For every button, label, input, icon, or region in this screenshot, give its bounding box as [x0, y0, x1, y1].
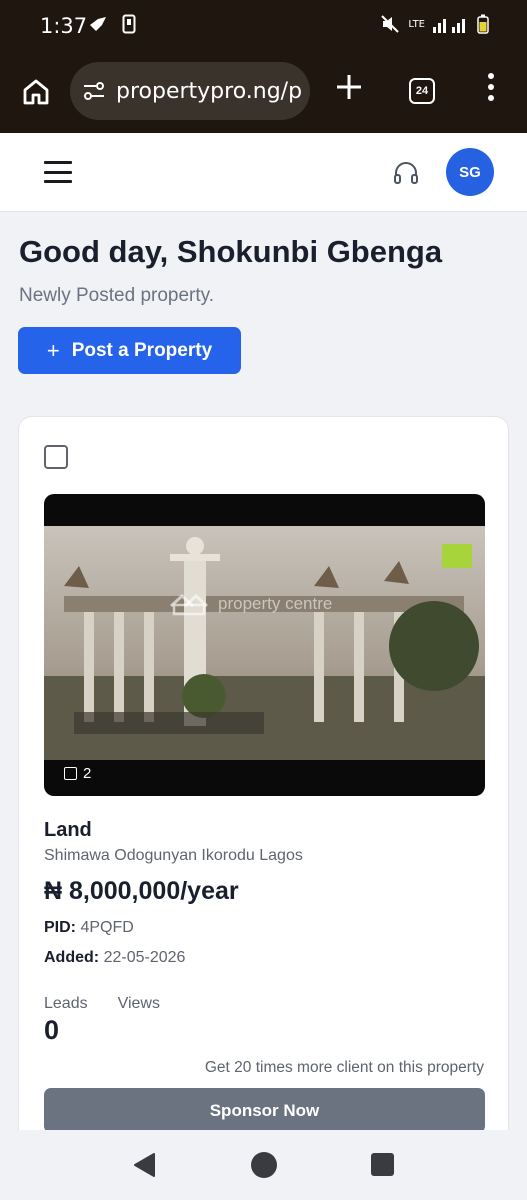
recents-icon[interactable] [371, 1153, 394, 1176]
stats-labels: Leads Views [44, 995, 160, 1013]
mute-icon [381, 15, 400, 33]
views-label: Views [117, 995, 160, 1012]
photo-count-value: 2 [83, 765, 92, 782]
home-icon[interactable] [20, 76, 52, 108]
network-type: LTE [408, 18, 425, 30]
photo-count-icon [64, 767, 77, 780]
photo-count: 2 [64, 765, 91, 782]
added-value: 22-05-2026 [103, 949, 186, 966]
download-icon [122, 14, 136, 34]
pid-label: PID: [44, 919, 76, 936]
home-nav-icon[interactable] [251, 1152, 277, 1178]
watermark-text: property centre [218, 594, 333, 613]
page-subtitle: Newly Posted property. [19, 285, 215, 306]
estate-gate-image [44, 526, 485, 760]
site-settings-icon[interactable] [82, 81, 106, 101]
property-location: Shimawa Odogunyan Ikorodu Lagos [44, 847, 303, 864]
new-tab-icon[interactable] [334, 72, 364, 102]
avatar[interactable]: SG [446, 148, 494, 196]
sponsor-now-button[interactable]: Sponsor Now [44, 1088, 485, 1133]
status-bar: 1:37 LTE [0, 0, 527, 56]
property-type: Land [44, 819, 92, 841]
battery-icon [477, 14, 489, 34]
headset-icon[interactable] [392, 159, 420, 187]
url-text: propertypro.ng/p [116, 78, 303, 104]
page-title: Good day, Shokunbi Gbenga [19, 234, 443, 269]
added-label: Added: [44, 949, 100, 966]
status-time: 1:37 [40, 14, 88, 38]
leads-value: 0 [44, 1015, 60, 1045]
pid-row: PID: 4PQFD [44, 919, 134, 937]
app-header: SG [0, 133, 527, 212]
overflow-menu-icon[interactable] [484, 72, 498, 102]
watermark-logo-icon [169, 593, 209, 616]
pid-value: 4PQFD [80, 919, 134, 936]
browser-toolbar: propertypro.ng/p 24 [0, 56, 527, 133]
watermark: property centre [168, 592, 332, 616]
post-property-button[interactable]: + Post a Property [18, 327, 241, 374]
hamburger-menu-icon[interactable] [44, 161, 72, 183]
property-price: ₦ 8,000,000/year [44, 877, 239, 905]
promo-text: Get 20 times more client on this propert… [204, 1059, 484, 1076]
property-photo[interactable]: property centre 2 [44, 494, 485, 796]
back-icon[interactable] [132, 1152, 156, 1178]
avatar-initials: SG [459, 163, 481, 181]
address-bar[interactable]: propertypro.ng/p [70, 62, 310, 120]
added-row: Added: 22-05-2026 [44, 949, 185, 967]
leads-label: Leads [44, 995, 88, 1012]
tab-count: 24 [415, 85, 429, 97]
plus-icon: + [46, 337, 60, 363]
tab-switcher-icon[interactable]: 24 [409, 78, 435, 104]
sponsor-now-label: Sponsor Now [209, 1100, 320, 1120]
system-nav-bar [0, 1130, 527, 1200]
select-checkbox[interactable] [44, 445, 68, 469]
post-property-label: Post a Property [71, 339, 213, 361]
notification-bird-icon [90, 17, 106, 31]
property-card: property centre 2 Land Shimawa Odogunyan… [18, 416, 509, 1156]
signal-icon [433, 19, 465, 33]
